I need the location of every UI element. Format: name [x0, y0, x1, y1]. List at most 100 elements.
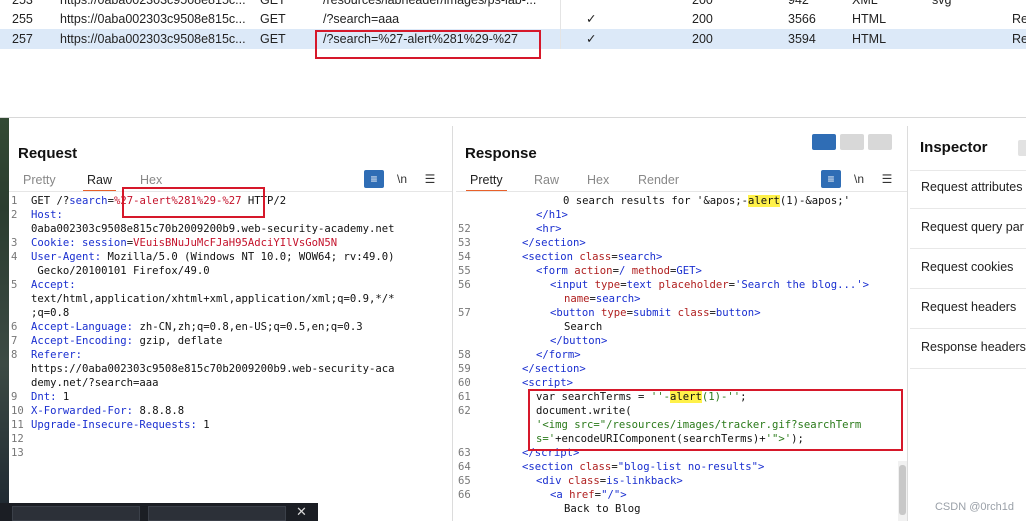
code-line-text: s='+encodeURIComponent(searchTerms)+'">'…	[536, 432, 804, 446]
header-value: zh-CN,zh;q=0.8,en-US;q=0.5,en;q=0.3	[133, 321, 363, 333]
code-line: 59 </section>	[456, 362, 907, 376]
tab-pretty[interactable]: Pretty	[466, 170, 507, 192]
inspector-item-request-headers[interactable]: Request headers	[921, 300, 1016, 314]
code-line-text: GET /?search=%27-alert%281%29-%27 HTTP/2	[31, 194, 286, 208]
close-icon[interactable]: ✕	[296, 504, 307, 520]
text-segment: 0 search results for '&apos;-	[563, 195, 748, 207]
tab-hex[interactable]: Hex	[583, 170, 613, 192]
tab-raw[interactable]: Raw	[530, 170, 563, 192]
row-status: 200	[692, 32, 713, 46]
line-number: 65	[458, 475, 471, 487]
taskbar-window-thumbnail[interactable]	[12, 506, 140, 521]
header-value: 1	[196, 419, 210, 431]
menu-icon[interactable]: ☰	[420, 170, 440, 188]
js-string: (1)-''	[701, 391, 741, 403]
table-row[interactable]: 255 https://0aba002303c9508e815c... GET …	[0, 9, 1026, 29]
code-line-text: Dnt: 1	[31, 390, 69, 404]
code-line: 3 Cookie: session=VEuisBNuJuMcFJaH95Adci…	[9, 236, 452, 250]
divider	[910, 368, 1026, 369]
html-tag-close: >	[655, 251, 663, 263]
line-number: 11	[11, 419, 24, 431]
tab-hex[interactable]: Hex	[136, 170, 166, 192]
header-value: 1	[56, 391, 70, 403]
line-number: 7	[11, 335, 18, 347]
line-number: 10	[11, 405, 24, 417]
line-number: 63	[458, 447, 471, 459]
html-tag: <hr	[536, 223, 556, 235]
inspector-item-request-cookies[interactable]: Request cookies	[921, 260, 1013, 274]
header-name: Accept:	[31, 279, 76, 291]
http-version: HTTP/2	[241, 195, 287, 207]
code-line: https://0aba002303c9508e815c70b2009200b9…	[9, 362, 452, 376]
inspector-item-request-attributes[interactable]: Request attributes	[921, 180, 1022, 194]
taskbar: ✕	[0, 503, 318, 521]
newline-toggle-icon[interactable]: \n	[849, 170, 869, 188]
wrap-lines-icon[interactable]: ≡	[821, 170, 841, 188]
code-line: 60 <script>	[456, 376, 907, 390]
response-pane: Response Pretty Raw Hex Render ≡ \n ☰ 0 …	[456, 126, 908, 521]
inspector-item-response-headers[interactable]: Response headers	[921, 340, 1026, 354]
line-number: 8	[11, 349, 18, 361]
row-url: /?search=aaa	[323, 12, 400, 26]
inspector-item-request-query[interactable]: Request query par	[921, 220, 1024, 234]
row-url: /?search=%27-alert%281%29-%27	[323, 32, 518, 46]
wrap-lines-icon[interactable]: ≡	[364, 170, 384, 188]
row-title: Re	[1012, 12, 1026, 26]
code-line: Search	[456, 320, 907, 334]
tab-divider	[9, 191, 452, 192]
attribute-value: "blog-list no-results"	[617, 461, 759, 473]
row-edited-check-icon: ✓	[586, 32, 597, 46]
attribute-value: is-linkback	[606, 475, 677, 487]
header-name: X-Forwarded-For:	[31, 405, 134, 417]
line-number: 60	[458, 377, 471, 389]
request-pane: Request Pretty Raw Hex ≡ \n ☰ 1 GET /?se…	[9, 126, 453, 521]
code-line-text: Accept-Language: zh-CN,zh;q=0.8,en-US;q=…	[31, 320, 363, 334]
header-name: Upgrade-Insecure-Requests:	[31, 419, 197, 431]
code-line: demy.net/?search=aaa	[9, 376, 452, 390]
html-tag: </form	[536, 349, 575, 361]
header-value: text/html,application/xhtml+xml,applicat…	[31, 293, 395, 305]
split-view-icon[interactable]	[812, 134, 836, 150]
row-extension	[932, 9, 972, 29]
code-line-text: </form>	[536, 348, 581, 362]
code-line-text: <input type=text placeholder='Search the…	[550, 278, 869, 292]
inspector-toggle-icon[interactable]	[1018, 140, 1026, 156]
inspector-title: Inspector	[920, 139, 988, 156]
menu-icon[interactable]: ☰	[877, 170, 897, 188]
code-line: s='+encodeURIComponent(searchTerms)+'">'…	[456, 432, 907, 446]
line-number: 52	[458, 223, 471, 235]
code-line: 53 </section>	[456, 236, 907, 250]
single-view-icon[interactable]	[868, 134, 892, 150]
code-line: 52 <hr>	[456, 222, 907, 236]
line-number: 62	[458, 405, 471, 417]
html-tag-close: >	[695, 265, 702, 277]
code-line: 57 <button type=submit class=button>	[456, 306, 907, 320]
code-line-text: var searchTerms = ''-alert(1)-'';	[536, 390, 747, 404]
table-row-selected[interactable]: 257 https://0aba002303c9508e815c... GET …	[0, 29, 1026, 49]
code-line-text: '<img src="/resources/images/tracker.gif…	[536, 418, 861, 432]
line-number: 59	[458, 363, 471, 375]
code-line-text: <form action=/ method=GET>	[536, 264, 702, 278]
code-line: 9 Dnt: 1	[9, 390, 452, 404]
code-line: 58 </form>	[456, 348, 907, 362]
code-line-text: </button>	[550, 334, 607, 348]
code-line: 54 <section class=search>	[456, 250, 907, 264]
row-length: 3566	[788, 12, 816, 26]
html-tag-close: >	[758, 461, 765, 473]
tab-raw[interactable]: Raw	[83, 170, 117, 192]
row-method: GET	[260, 32, 286, 46]
row-number: 255	[12, 12, 33, 26]
scrollbar-thumb[interactable]	[899, 465, 906, 515]
tab-pretty[interactable]: Pretty	[19, 170, 60, 192]
tab-render[interactable]: Render	[634, 170, 683, 192]
row-host: https://0aba002303c9508e815c...	[60, 32, 246, 46]
taskbar-window-thumbnail[interactable]	[148, 506, 286, 521]
newline-toggle-icon[interactable]: \n	[392, 170, 412, 188]
line-number: 54	[458, 251, 471, 263]
response-scrollbar[interactable]	[898, 461, 907, 521]
horizontal-view-icon[interactable]	[840, 134, 864, 150]
header-name: Accept-Language:	[31, 321, 134, 333]
line-number: 66	[458, 489, 471, 501]
code-line: 11 Upgrade-Insecure-Requests: 1	[9, 418, 452, 432]
code-line-text: Back to Blog	[564, 502, 641, 516]
